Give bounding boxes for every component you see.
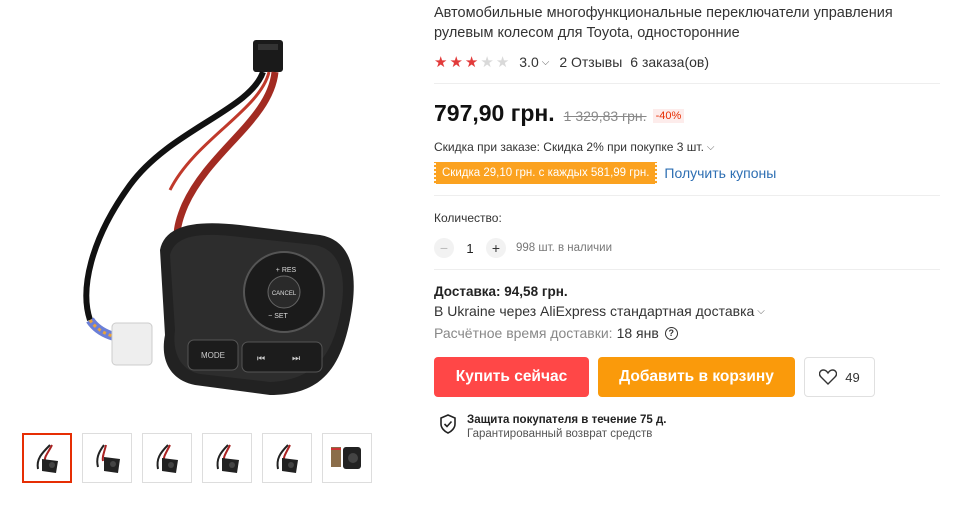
product-info: Автомобильные многофункциональные перекл… xyxy=(434,0,944,440)
product-main-image[interactable]: CANCEL + RES − SET MODE ⏮ ⏭ xyxy=(20,0,400,420)
thumbnail-3[interactable] xyxy=(142,433,192,483)
star-icon: ★ xyxy=(464,53,479,71)
thumbnail-strip xyxy=(22,433,372,483)
reviews-link[interactable]: 2 Отзывы xyxy=(559,54,622,70)
bulk-discount[interactable]: Скидка при заказе: Скидка 2% при покупке… xyxy=(434,140,944,154)
star-icon: ★ xyxy=(449,53,463,71)
thumbnail-1[interactable] xyxy=(22,433,72,483)
chevron-down-icon[interactable]: ⌵ xyxy=(542,57,550,68)
protection-subtitle: Гарантированный возврат средств xyxy=(467,428,653,440)
buyer-protection[interactable]: Защита покупателя в течение 75 д. Гарант… xyxy=(439,414,944,440)
get-coupons-link[interactable]: Получить купоны xyxy=(664,165,776,181)
shipping-method[interactable]: В Ukraine через AliExpress стандартная д… xyxy=(434,303,944,319)
orders-count: 6 заказа(ов) xyxy=(630,54,709,70)
action-buttons: Купить сейчас Добавить в корзину 49 xyxy=(434,357,944,397)
bulk-discount-text: Скидка при заказе: Скидка 2% при покупке… xyxy=(434,140,704,154)
old-price: 1 329,83 грн. xyxy=(563,108,647,124)
cancel-label: CANCEL xyxy=(272,291,297,297)
thumbnail-4[interactable] xyxy=(202,433,252,483)
wishlist-count: 49 xyxy=(845,369,860,385)
chevron-down-icon[interactable]: ⌵ xyxy=(707,142,715,153)
star-icon: ★ xyxy=(495,53,510,71)
quantity-label: Количество: xyxy=(434,211,502,225)
thumbnail-2[interactable] xyxy=(82,433,132,483)
mode-label: MODE xyxy=(201,351,225,360)
heart-icon xyxy=(819,369,838,385)
thumbnail-6[interactable] xyxy=(322,433,372,483)
svg-text:⏭: ⏭ xyxy=(292,354,300,364)
protection-title: Защита покупателя в течение 75 д. xyxy=(467,414,667,426)
res-label: + RES xyxy=(276,267,297,274)
star-icon: ★ xyxy=(434,53,448,71)
quantity-decrement-button[interactable]: − xyxy=(434,238,454,258)
current-price: 797,90 грн. xyxy=(434,100,555,126)
delivery-label: Расчётное время доставки: xyxy=(434,325,613,341)
chevron-down-icon[interactable]: ⌵ xyxy=(757,306,765,317)
shipping-method-text: В Ukraine через AliExpress стандартная д… xyxy=(434,303,755,319)
add-to-cart-button[interactable]: Добавить в корзину xyxy=(598,357,795,397)
divider xyxy=(434,83,940,84)
quantity-increment-button[interactable]: + xyxy=(486,238,506,258)
delivery-estimate: Расчётное время доставки: 18 янв ? xyxy=(434,325,944,341)
svg-text:⏮: ⏮ xyxy=(257,354,265,364)
coupon-badge: Скидка 29,10 грн. с каждых 581,99 грн. xyxy=(434,162,658,184)
divider xyxy=(434,195,940,196)
set-label: − SET xyxy=(268,313,288,320)
coupon-row: Скидка 29,10 грн. с каждых 581,99 грн. П… xyxy=(434,162,944,184)
price-row: 797,90 грн. 1 329,83 грн. -40% xyxy=(434,100,944,130)
divider xyxy=(434,269,940,270)
product-title: Автомобильные многофункциональные перекл… xyxy=(434,5,893,41)
thumbnail-5[interactable] xyxy=(262,433,312,483)
discount-badge: -40% xyxy=(652,109,685,123)
stock-count: 998 шт. в наличии xyxy=(516,242,613,254)
rating-value[interactable]: 3.0 xyxy=(519,54,538,70)
delivery-date: 18 янв xyxy=(616,325,659,341)
rating-row: ★ ★ ★ ★ ★ 3.0 ⌵ 2 Отзывы 6 заказа(ов) xyxy=(434,52,944,72)
shipping-cost: Доставка: 94,58 грн. xyxy=(434,284,568,299)
quantity-stepper: − 1 + 998 шт. в наличии xyxy=(434,238,944,258)
shield-check-icon xyxy=(440,414,456,434)
buy-now-button[interactable]: Купить сейчас xyxy=(434,357,589,397)
quantity-value[interactable]: 1 xyxy=(454,241,486,256)
star-icon: ★ xyxy=(480,53,494,71)
wishlist-button[interactable]: 49 xyxy=(804,357,875,397)
question-icon[interactable]: ? xyxy=(664,326,678,340)
